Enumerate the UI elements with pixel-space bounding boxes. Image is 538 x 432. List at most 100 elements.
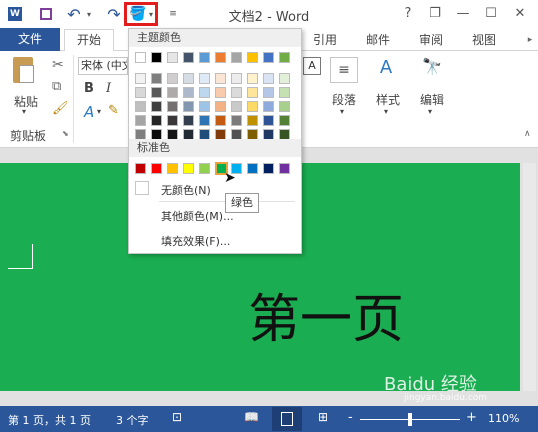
italic-button[interactable]: I [106,81,111,96]
standard-color-swatch[interactable] [247,163,258,174]
styles-button[interactable]: 样式 [376,91,400,108]
binoculars-icon[interactable]: 🔭 [418,57,446,83]
theme-color-swatch[interactable] [279,87,290,98]
vertical-scrollbar[interactable] [523,163,536,391]
collapse-ribbon-icon[interactable]: ∧ [524,129,531,139]
theme-color-swatch[interactable] [135,115,146,126]
styles-dropdown-icon[interactable]: ▾ [384,107,388,116]
theme-color-swatch[interactable] [135,73,146,84]
theme-color-swatch[interactable] [263,101,274,112]
standard-color-swatch[interactable] [151,163,162,174]
standard-color-swatch[interactable] [183,163,194,174]
theme-color-swatch[interactable] [167,52,178,63]
no-color-option[interactable]: 无颜色(N) [161,182,211,198]
theme-color-swatch[interactable] [135,101,146,112]
theme-color-swatch[interactable] [279,73,290,84]
paste-icon[interactable] [10,57,36,87]
paragraph-dropdown-icon[interactable]: ▾ [340,107,344,116]
minimize-button[interactable]: — [453,4,473,24]
bold-button[interactable]: B [84,81,94,96]
standard-color-swatch[interactable] [199,163,210,174]
more-colors-option[interactable]: 其他颜色(M)... [161,208,234,224]
zoom-slider-handle[interactable] [408,413,412,426]
tab-view[interactable]: 视图 [469,30,499,50]
format-painter-icon[interactable]: 🖌 [52,101,69,116]
theme-color-swatch[interactable] [231,101,242,112]
word-count[interactable]: 3 个字 [116,412,149,428]
tab-file[interactable]: 文件 [0,28,60,51]
standard-color-swatch[interactable] [167,163,178,174]
theme-color-swatch[interactable] [263,52,274,63]
editing-dropdown-icon[interactable]: ▾ [428,107,432,116]
theme-color-swatch[interactable] [247,115,258,126]
theme-color-swatch[interactable] [167,87,178,98]
cut-icon[interactable]: ✂ [52,57,64,73]
theme-color-swatch[interactable] [231,52,242,63]
clipboard-launcher-icon[interactable]: ⬊ [62,129,69,138]
tab-home[interactable]: 开始 [64,29,114,52]
standard-color-swatch[interactable] [279,163,290,174]
zoom-level[interactable]: 110% [488,412,519,425]
theme-color-swatch[interactable] [183,52,194,63]
tab-references[interactable]: 引用 [310,30,340,50]
theme-color-swatch[interactable] [279,101,290,112]
standard-color-swatch[interactable] [135,163,146,174]
theme-color-swatch[interactable] [199,52,210,63]
theme-color-swatch[interactable] [167,115,178,126]
zoom-out-button[interactable]: - [348,410,353,425]
fill-effects-option[interactable]: 填充效果(F)... [161,233,230,249]
proofing-icon[interactable]: ⊡ [172,410,182,424]
theme-color-swatch[interactable] [135,52,146,63]
theme-color-swatch[interactable] [151,52,162,63]
theme-color-swatch[interactable] [231,73,242,84]
theme-color-swatch[interactable] [231,115,242,126]
print-layout-icon[interactable] [272,407,302,431]
tab-scroll-right-icon[interactable]: ▸ [524,30,536,50]
theme-color-swatch[interactable] [215,101,226,112]
theme-color-swatch[interactable] [199,87,210,98]
font-name-box[interactable]: 宋体 (中文 [78,57,128,75]
paragraph-button[interactable]: 段落 [332,91,356,108]
ribbon-display-options-icon[interactable]: ❐ [425,4,445,24]
theme-color-swatch[interactable] [263,73,274,84]
styles-icon[interactable]: A [372,57,400,83]
theme-color-swatch[interactable] [247,73,258,84]
theme-color-swatch[interactable] [167,101,178,112]
page-info[interactable]: 第 1 页，共 1 页 [8,412,91,428]
text-effects-icon[interactable]: A [84,103,94,121]
theme-color-swatch[interactable] [215,73,226,84]
theme-color-swatch[interactable] [183,115,194,126]
theme-color-swatch[interactable] [215,52,226,63]
char-border-icon[interactable]: A [303,57,321,75]
highlight-icon[interactable]: ✎ [108,103,119,118]
help-button[interactable]: ? [398,4,418,24]
theme-color-swatch[interactable] [247,87,258,98]
theme-color-swatch[interactable] [183,73,194,84]
theme-color-swatch[interactable] [231,87,242,98]
close-button[interactable]: ✕ [510,4,530,24]
theme-color-swatch[interactable] [199,115,210,126]
paste-dropdown-icon[interactable]: ▾ [22,107,26,116]
tab-review[interactable]: 审阅 [416,30,446,50]
theme-color-swatch[interactable] [151,87,162,98]
theme-color-swatch[interactable] [183,87,194,98]
paragraph-icon[interactable]: ≡ [330,57,358,83]
maximize-button[interactable]: ☐ [481,4,501,24]
zoom-in-button[interactable]: + [466,410,477,425]
theme-color-swatch[interactable] [263,87,274,98]
theme-color-swatch[interactable] [279,115,290,126]
theme-color-swatch[interactable] [263,115,274,126]
theme-color-swatch[interactable] [215,87,226,98]
theme-color-swatch[interactable] [199,73,210,84]
read-mode-icon[interactable]: 📖 [244,410,259,424]
text-effects-dropdown-icon[interactable]: ▾ [97,107,101,116]
no-color-swatch[interactable] [135,181,149,195]
theme-color-swatch[interactable] [199,101,210,112]
tab-mailings[interactable]: 邮件 [363,30,393,50]
standard-color-swatch[interactable] [263,163,274,174]
theme-color-swatch[interactable] [167,73,178,84]
theme-color-swatch[interactable] [151,73,162,84]
copy-icon[interactable]: ⧉ [52,79,61,94]
editing-button[interactable]: 编辑 [420,91,444,108]
theme-color-swatch[interactable] [215,115,226,126]
